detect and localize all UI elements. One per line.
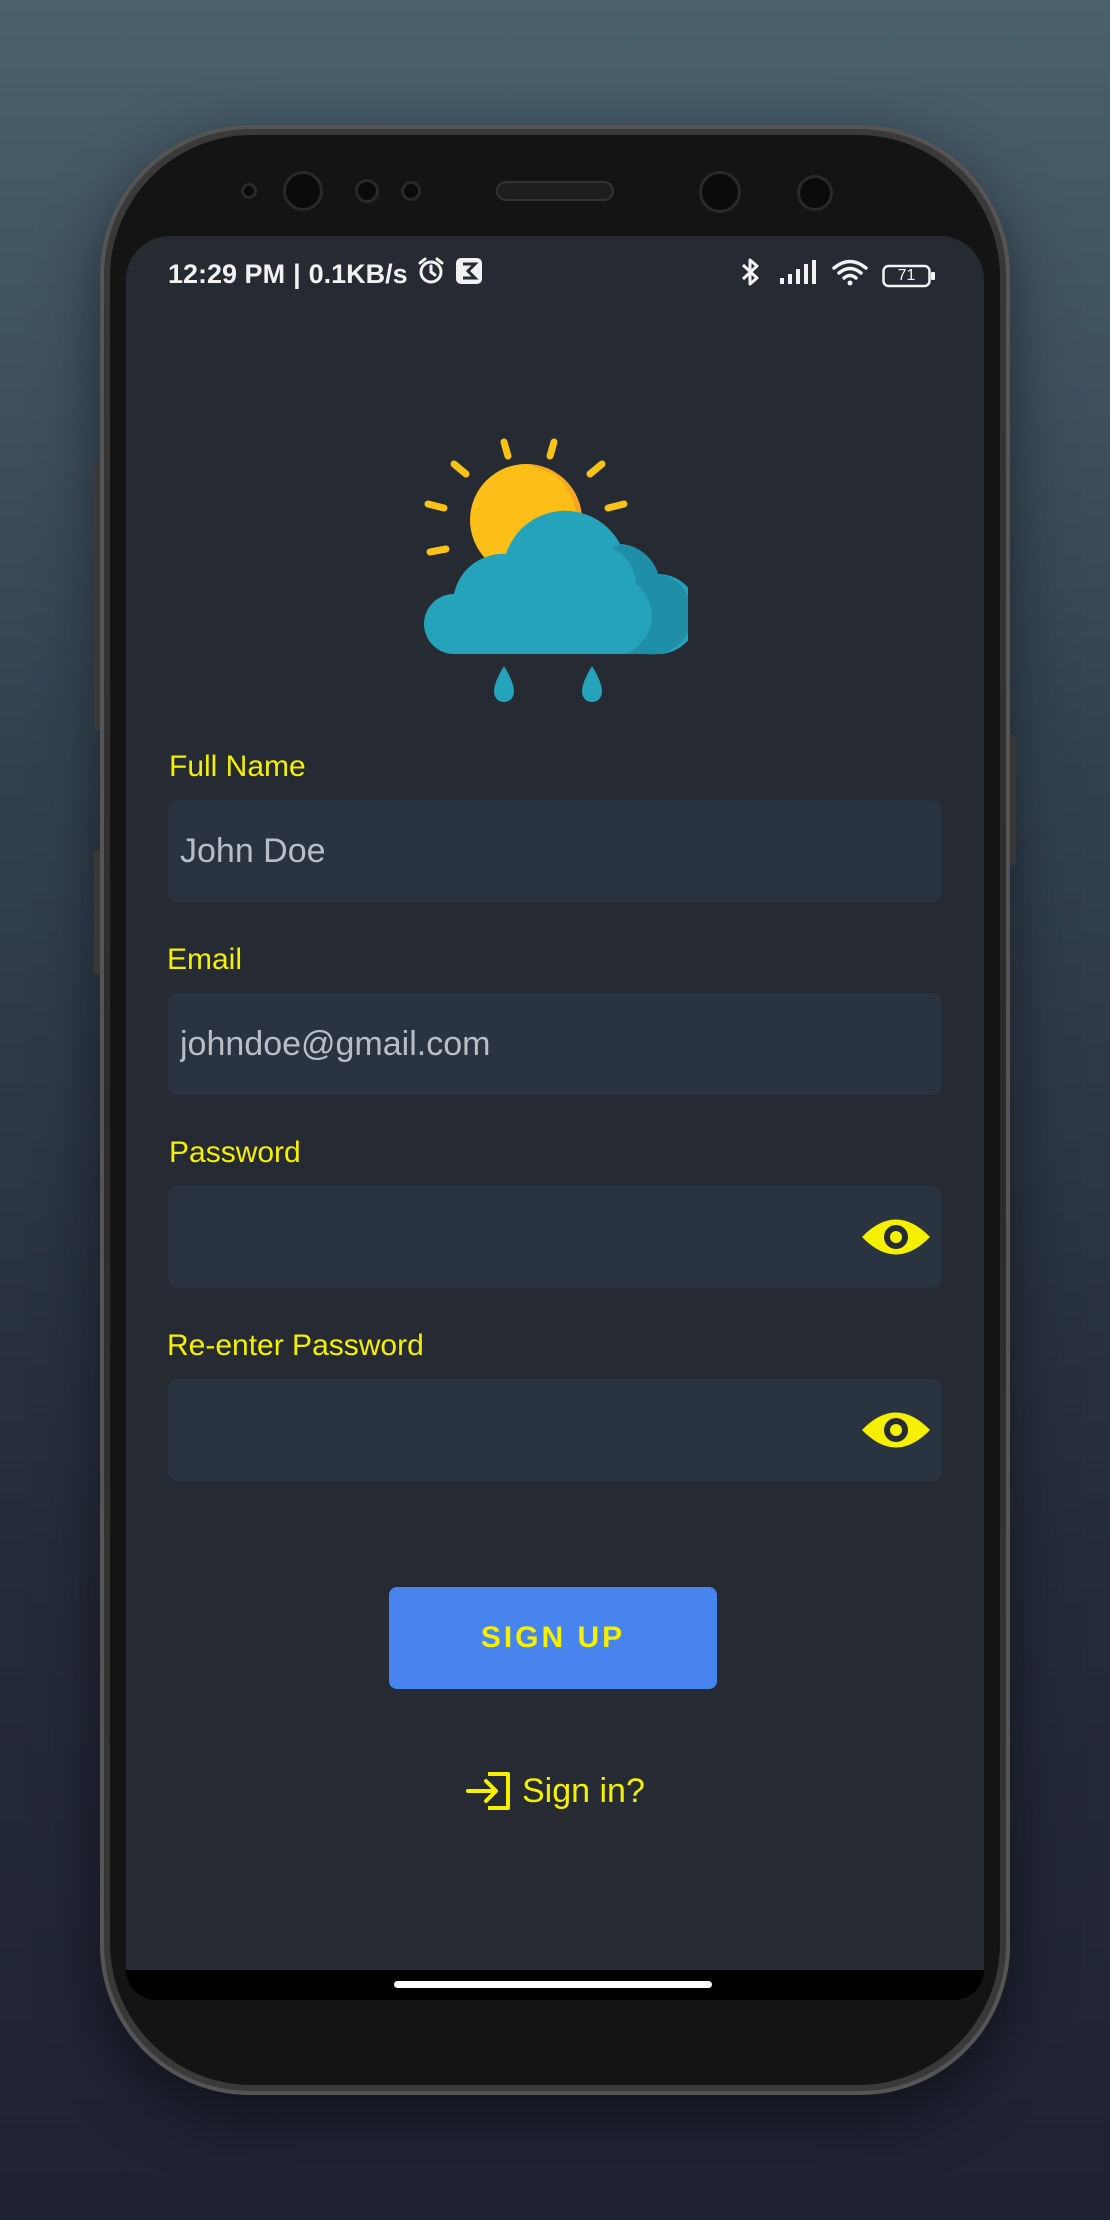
front-sensor — [244, 186, 254, 196]
sign-in-label: Sign in? — [522, 1771, 645, 1810]
full-name-field-container — [168, 800, 942, 902]
confirm-password-label: Re-enter Password — [167, 1329, 424, 1362]
sign-up-button-label: SIGN UP — [480, 1621, 626, 1654]
notification-app-icon — [454, 256, 484, 293]
email-label: Email — [167, 943, 243, 976]
network-speed: 0.1KB/s — [308, 259, 408, 289]
status-time: 12:29 PM — [168, 259, 286, 289]
earpiece-speaker — [498, 183, 612, 199]
email-field-container — [168, 993, 942, 1095]
front-camera — [286, 174, 320, 208]
home-indicator[interactable] — [394, 1981, 712, 1988]
battery-level: 71 — [897, 266, 916, 284]
confirm-password-input[interactable] — [180, 1410, 840, 1450]
weather-sun-cloud-rain-icon — [424, 438, 688, 702]
app-screen: 12:29 PM | 0.1KB/s 71 Full Name John Doe… — [126, 236, 984, 2000]
wifi-icon — [832, 258, 868, 293]
login-arrow-icon — [466, 1772, 510, 1810]
sign-up-button[interactable]: SIGN UP — [389, 1587, 717, 1689]
status-separator: | — [293, 259, 301, 289]
signal-icon — [778, 259, 818, 292]
front-sensor — [800, 178, 830, 208]
confirm-password-field-container — [168, 1379, 942, 1481]
bluetooth-icon — [738, 256, 764, 295]
full-name-label: Full Name — [169, 750, 306, 783]
full-name-input[interactable] — [180, 831, 840, 871]
password-field-container — [168, 1186, 942, 1288]
eye-icon[interactable] — [860, 1212, 932, 1262]
password-input[interactable] — [180, 1217, 840, 1257]
eye-icon[interactable] — [860, 1405, 932, 1455]
status-bar: 12:29 PM | 0.1KB/s 71 — [126, 236, 984, 306]
email-input[interactable] — [180, 1024, 840, 1064]
sign-in-link[interactable]: Sign in? — [466, 1766, 645, 1816]
battery-icon: 71 — [882, 264, 936, 288]
front-sensor — [358, 182, 376, 200]
front-camera — [702, 174, 738, 210]
password-label: Password — [169, 1136, 301, 1169]
front-sensor — [404, 184, 418, 198]
alarm-icon — [416, 256, 446, 293]
